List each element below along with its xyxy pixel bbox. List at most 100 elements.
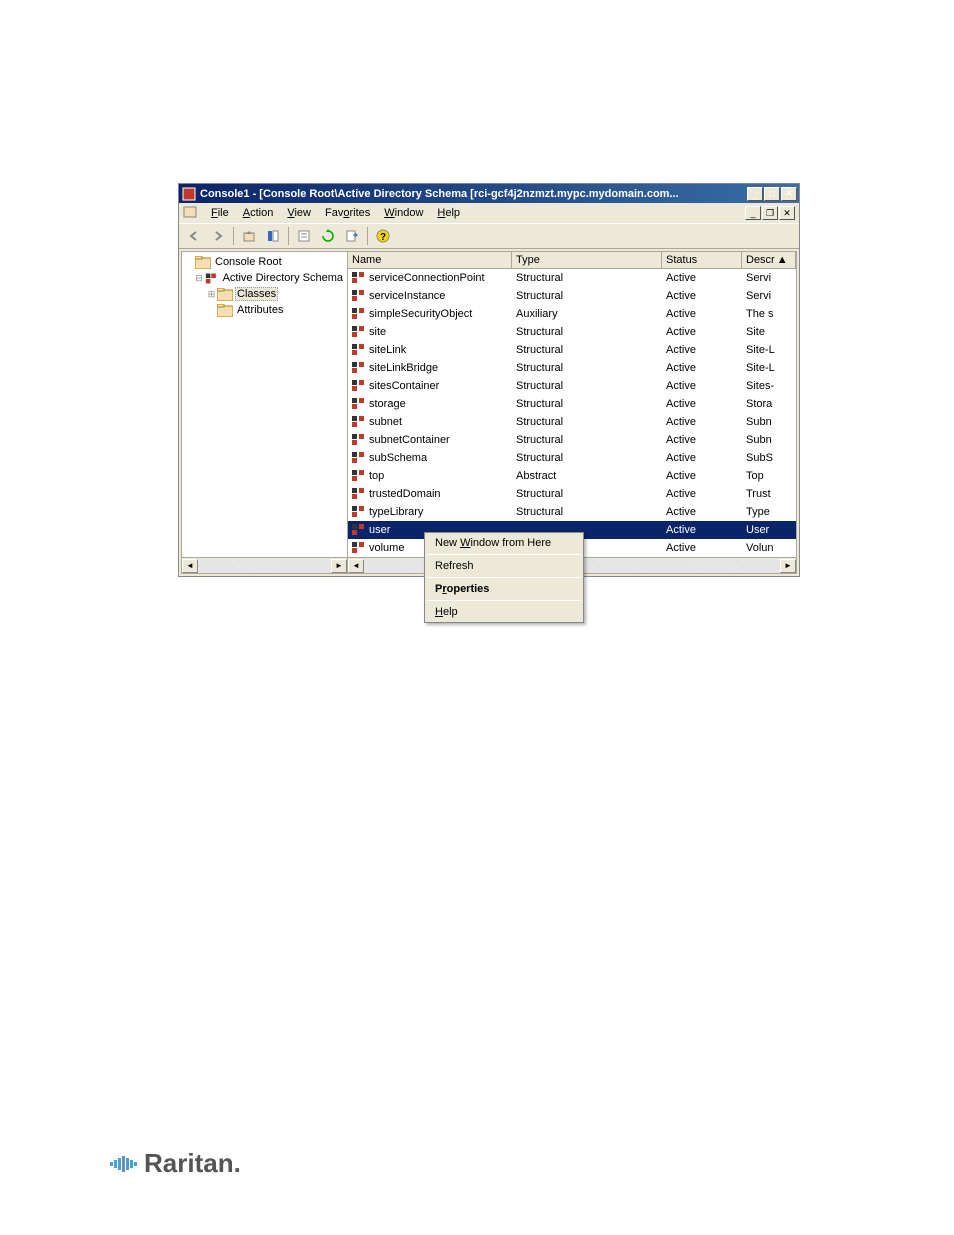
child-restore-button[interactable]: ❐ <box>762 206 778 220</box>
list-row[interactable]: typeLibrary Structural Active Type <box>348 503 796 521</box>
list-row[interactable]: sitesContainer Structural Active Sites- <box>348 377 796 395</box>
cell-status: Active <box>662 416 742 428</box>
class-icon <box>352 308 366 320</box>
cell-name: subnetContainer <box>348 434 512 446</box>
close-button[interactable]: ✕ <box>781 187 797 201</box>
cell-name: site <box>348 326 512 338</box>
list-row[interactable]: simpleSecurityObject Auxiliary Active Th… <box>348 305 796 323</box>
cell-name: serviceConnectionPoint <box>348 272 512 284</box>
list-body[interactable]: serviceConnectionPoint Structural Active… <box>348 269 796 557</box>
list-row[interactable]: siteLink Structural Active Site-L <box>348 341 796 359</box>
list-row[interactable]: subSchema Structural Active SubS <box>348 449 796 467</box>
child-minimize-button[interactable]: _ <box>745 206 761 220</box>
menu-action[interactable]: Action <box>237 205 280 221</box>
tree-attributes[interactable]: Attributes <box>184 302 345 318</box>
forward-button[interactable] <box>207 225 229 247</box>
content-area: Console Root ⊟ Active Directory Schema ⊞… <box>181 251 797 574</box>
cell-name: subnet <box>348 416 512 428</box>
class-icon <box>352 488 366 500</box>
list-row[interactable]: top Abstract Active Top <box>348 467 796 485</box>
class-icon <box>352 506 366 518</box>
titlebar[interactable]: Console1 - [Console Root\Active Director… <box>179 184 799 203</box>
header-description[interactable]: Descr▲ <box>742 252 796 268</box>
tree-classes[interactable]: ⊞ Classes <box>184 286 345 302</box>
tree-hscrollbar[interactable]: ◄ ► <box>182 557 347 573</box>
list-panel: Name Type Status Descr▲ serviceConnectio… <box>348 252 796 573</box>
cell-desc: Sites- <box>742 380 796 392</box>
list-row[interactable]: subnet Structural Active Subn <box>348 413 796 431</box>
maximize-button[interactable]: □ <box>764 187 780 201</box>
list-row[interactable]: siteLinkBridge Structural Active Site-L <box>348 359 796 377</box>
scroll-right-button[interactable]: ► <box>331 559 347 573</box>
scroll-left-button[interactable]: ◄ <box>182 559 198 573</box>
cell-status: Active <box>662 290 742 302</box>
cell-type: Structural <box>512 488 662 500</box>
cell-desc: The s <box>742 308 796 320</box>
menu-help[interactable]: Help <box>431 205 466 221</box>
header-status[interactable]: Status <box>662 252 742 268</box>
list-row[interactable]: storage Structural Active Stora <box>348 395 796 413</box>
refresh-button[interactable] <box>317 225 339 247</box>
cell-type: Structural <box>512 344 662 356</box>
ctx-properties[interactable]: Properties <box>425 579 583 599</box>
class-icon <box>352 380 366 392</box>
menu-favorites[interactable]: Favorites <box>319 205 376 221</box>
cell-type: Structural <box>512 416 662 428</box>
back-button[interactable] <box>183 225 205 247</box>
list-row[interactable]: serviceInstance Structural Active Servi <box>348 287 796 305</box>
cell-status: Active <box>662 344 742 356</box>
menu-view[interactable]: View <box>281 205 317 221</box>
class-icon <box>352 452 366 464</box>
console-tree[interactable]: Console Root ⊟ Active Directory Schema ⊞… <box>182 252 347 557</box>
cell-desc: Stora <box>742 398 796 410</box>
class-icon <box>352 434 366 446</box>
tree-console-root[interactable]: Console Root <box>184 254 345 270</box>
list-scroll-left-button[interactable]: ◄ <box>348 559 364 573</box>
child-window-controls: _ ❐ ✕ <box>745 206 795 220</box>
header-type[interactable]: Type <box>512 252 662 268</box>
raritan-logo: Raritan. <box>110 1148 241 1179</box>
cell-status: Active <box>662 524 742 536</box>
list-row[interactable]: subnetContainer Structural Active Subn <box>348 431 796 449</box>
header-name[interactable]: Name <box>348 252 512 268</box>
list-scroll-right-button[interactable]: ► <box>780 559 796 573</box>
tree-ad-schema[interactable]: ⊟ Active Directory Schema <box>184 270 345 286</box>
tree-panel: Console Root ⊟ Active Directory Schema ⊞… <box>182 252 348 573</box>
menubar: File Action View Favorites Window Help _… <box>179 203 799 223</box>
cell-status: Active <box>662 488 742 500</box>
show-hide-button[interactable] <box>262 225 284 247</box>
cell-desc: Site-L <box>742 344 796 356</box>
mmc-window: Console1 - [Console Root\Active Director… <box>178 183 800 577</box>
menu-window[interactable]: Window <box>378 205 429 221</box>
list-row[interactable]: serviceConnectionPoint Structural Active… <box>348 269 796 287</box>
list-row[interactable]: site Structural Active Site <box>348 323 796 341</box>
class-icon <box>352 398 366 410</box>
class-icon <box>352 524 366 536</box>
cell-name: siteLinkBridge <box>348 362 512 374</box>
up-button[interactable] <box>238 225 260 247</box>
ctx-refresh[interactable]: Refresh <box>425 556 583 576</box>
cell-name: storage <box>348 398 512 410</box>
minimize-button[interactable]: _ <box>747 187 763 201</box>
ctx-new-window[interactable]: New Window from Here <box>425 533 583 553</box>
list-row[interactable]: trustedDomain Structural Active Trust <box>348 485 796 503</box>
export-button[interactable] <box>341 225 363 247</box>
cell-name: siteLink <box>348 344 512 356</box>
cell-status: Active <box>662 542 742 554</box>
cell-type: Structural <box>512 434 662 446</box>
cell-desc: Servi <box>742 272 796 284</box>
class-icon <box>352 470 366 482</box>
cell-name: typeLibrary <box>348 506 512 518</box>
ctx-help[interactable]: Help <box>425 602 583 622</box>
properties-button[interactable] <box>293 225 315 247</box>
cell-type: Auxiliary <box>512 308 662 320</box>
class-icon <box>352 344 366 356</box>
cell-desc: Subn <box>742 416 796 428</box>
cell-status: Active <box>662 380 742 392</box>
child-close-button[interactable]: ✕ <box>779 206 795 220</box>
cell-name: serviceInstance <box>348 290 512 302</box>
scroll-track[interactable] <box>198 559 331 573</box>
help-button[interactable]: ? <box>372 225 394 247</box>
menu-file[interactable]: File <box>205 205 235 221</box>
cell-type: Structural <box>512 326 662 338</box>
